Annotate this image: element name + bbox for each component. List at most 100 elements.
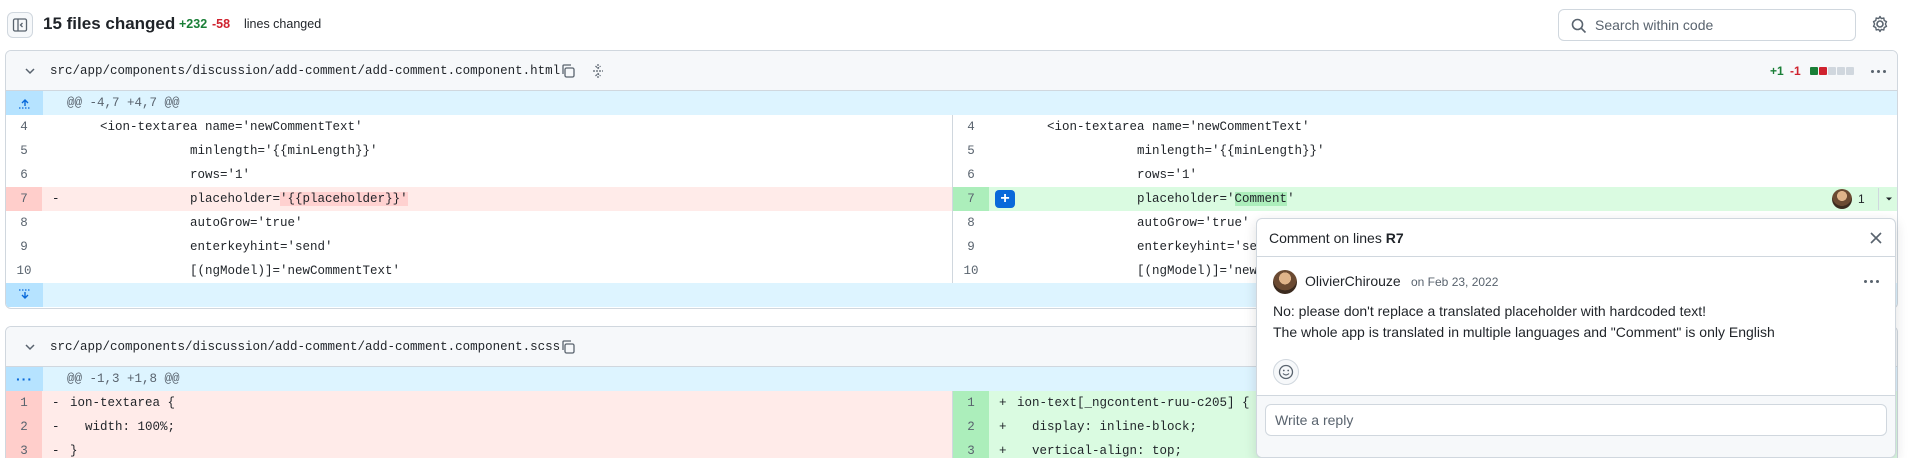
code-highlight: Comment bbox=[1234, 192, 1288, 206]
code-line: <ion-textarea name='newCommentText' bbox=[70, 120, 363, 134]
line-number: 3 bbox=[6, 439, 42, 458]
diff-sign: + bbox=[999, 444, 1007, 458]
code-line: rows='1' bbox=[70, 168, 251, 182]
diff-left-line: 8 autoGrow='true' bbox=[6, 211, 952, 235]
chevron-down-icon[interactable] bbox=[24, 65, 36, 77]
code-line: [(ngModel)]='new bbox=[1017, 264, 1258, 278]
comment-body-line: The whole app is translated in multiple … bbox=[1273, 324, 1775, 340]
line-number: 1 bbox=[6, 391, 42, 415]
diff-row[interactable]: 6 rows='1' 6 rows='1' bbox=[6, 163, 1897, 187]
diff-right-line: 7 placeholder='Comment' bbox=[952, 187, 1897, 211]
code-highlight: '{{placeholder}}' bbox=[280, 192, 408, 206]
line-number: 2 bbox=[953, 415, 989, 439]
copy-icon[interactable] bbox=[560, 63, 576, 79]
hunk-range: @@ -4,7 +4,7 @@ bbox=[67, 96, 180, 110]
code-line: [(ngModel)]='newCommentText' bbox=[70, 264, 401, 278]
deletions-count: -58 bbox=[212, 17, 231, 31]
code-line: minlength='{{minLength}}' bbox=[70, 144, 378, 158]
kebab-icon[interactable] bbox=[1868, 61, 1888, 81]
line-number: 2 bbox=[6, 415, 42, 439]
comment-popover: Comment on lines R7 OlivierChirouze on F… bbox=[1256, 218, 1896, 458]
avatar[interactable] bbox=[1832, 189, 1852, 209]
code-line: placeholder='Comment' bbox=[1017, 192, 1295, 206]
diffstat-blocks bbox=[1810, 67, 1854, 75]
diff-sign: + bbox=[999, 420, 1007, 434]
avatar[interactable] bbox=[1273, 270, 1297, 294]
line-number: 4 bbox=[967, 120, 975, 134]
diff-row[interactable]: 7- placeholder='{{placeholder}}' 7 placeh… bbox=[6, 187, 1897, 211]
file-header: src/app/components/discussion/add-commen… bbox=[6, 51, 1897, 91]
search-input[interactable]: Search within code bbox=[1558, 9, 1856, 41]
comment-body-line: No: please don't replace a translated pl… bbox=[1273, 303, 1707, 319]
file-deletions: -1 bbox=[1790, 64, 1801, 78]
copy-icon[interactable] bbox=[560, 339, 576, 355]
sidebar-toggle-button[interactable] bbox=[7, 12, 33, 38]
comment-popover-title: Comment on lines R7 bbox=[1269, 230, 1404, 246]
gear-icon[interactable] bbox=[1870, 14, 1890, 34]
expand-down-icon[interactable] bbox=[6, 283, 43, 307]
code-line: } bbox=[70, 444, 78, 458]
line-number: 6 bbox=[20, 168, 28, 182]
kebab-icon[interactable] bbox=[1861, 271, 1881, 291]
line-number: 3 bbox=[953, 439, 989, 458]
code-line: ion-text[_ngcontent-ruu-c205] { bbox=[1017, 396, 1250, 410]
diff-right-line: 4 <ion-textarea name='newCommentText' bbox=[952, 115, 1897, 139]
expand-up-icon[interactable] bbox=[6, 91, 43, 115]
diff-right-line: 6 rows='1' bbox=[952, 163, 1897, 187]
plus-icon[interactable]: + bbox=[995, 190, 1015, 208]
diff-sign: - bbox=[52, 396, 60, 410]
hunk-range: @@ -1,3 +1,8 @@ bbox=[67, 372, 180, 386]
expand-icon[interactable] bbox=[590, 63, 606, 79]
reply-area: Write a reply bbox=[1257, 395, 1895, 457]
code-line: width: 100%; bbox=[70, 420, 176, 434]
diff-sign: - bbox=[52, 192, 60, 206]
additions-count: +232 bbox=[179, 17, 208, 31]
diff-right-line: 5 minlength='{{minLength}}' bbox=[952, 139, 1897, 163]
code-line: display: inline-block; bbox=[1017, 420, 1198, 434]
diff-sign: - bbox=[52, 444, 60, 458]
line-number: 5 bbox=[20, 144, 28, 158]
diff-toolbar: 15 files changed +232 -58 lines changed … bbox=[0, 0, 1912, 50]
lines-changed-label: lines changed bbox=[244, 17, 322, 31]
sidebar-toggle-icon bbox=[12, 18, 28, 32]
expand-all-icon[interactable]: ··· bbox=[6, 367, 43, 391]
file-path[interactable]: src/app/components/discussion/add-commen… bbox=[50, 340, 560, 354]
hunk-header: @@ -4,7 +4,7 @@ bbox=[6, 91, 1897, 115]
diff-left-line: 7- placeholder='{{placeholder}}' bbox=[6, 187, 952, 211]
diff-left-line: 4 <ion-textarea name='newCommentText' bbox=[6, 115, 952, 139]
search-placeholder: Search within code bbox=[1595, 17, 1714, 33]
file-path[interactable]: src/app/components/discussion/add-commen… bbox=[50, 64, 560, 78]
smiley-icon bbox=[1278, 364, 1294, 380]
line-number: 4 bbox=[20, 120, 28, 134]
line-number: 5 bbox=[967, 144, 975, 158]
code-line: enterkeyhint='se bbox=[1017, 240, 1258, 254]
code-line: minlength='{{minLength}}' bbox=[1017, 144, 1325, 158]
line-number: 7 bbox=[953, 187, 989, 211]
code-line: autoGrow='true' bbox=[1017, 216, 1250, 230]
chevron-down-icon[interactable] bbox=[24, 341, 36, 353]
diff-sign: - bbox=[52, 420, 60, 434]
line-number: 1 bbox=[953, 391, 989, 415]
diff-left-line: 5 minlength='{{minLength}}' bbox=[6, 139, 952, 163]
close-icon[interactable] bbox=[1869, 231, 1883, 245]
diff-row[interactable]: 4 <ion-textarea name='newCommentText' 4 <… bbox=[6, 115, 1897, 139]
code-line: vertical-align: top; bbox=[1017, 444, 1183, 458]
line-number: 10 bbox=[963, 264, 979, 278]
comment-author[interactable]: OlivierChirouze bbox=[1305, 273, 1401, 289]
chevron-down-icon[interactable] bbox=[1878, 188, 1897, 210]
code-line: autoGrow='true' bbox=[70, 216, 303, 230]
diff-row[interactable]: 5 minlength='{{minLength}}' 5 minlength='… bbox=[6, 139, 1897, 163]
search-icon bbox=[1571, 18, 1587, 34]
reply-input[interactable]: Write a reply bbox=[1265, 404, 1887, 436]
line-number: 10 bbox=[16, 264, 32, 278]
code-line: <ion-textarea name='newCommentText' bbox=[1017, 120, 1310, 134]
diff-left-line: 6 rows='1' bbox=[6, 163, 952, 187]
comment-date[interactable]: on Feb 23, 2022 bbox=[1411, 275, 1498, 289]
line-number: 8 bbox=[967, 216, 975, 230]
add-reaction-button[interactable] bbox=[1273, 359, 1299, 385]
line-number: 8 bbox=[20, 216, 28, 230]
code-line: enterkeyhint='send' bbox=[70, 240, 333, 254]
comment-count: 1 bbox=[1858, 192, 1865, 206]
diff-left-line: 2- width: 100%; bbox=[6, 415, 952, 439]
diff-left-line: 3-} bbox=[6, 439, 952, 458]
